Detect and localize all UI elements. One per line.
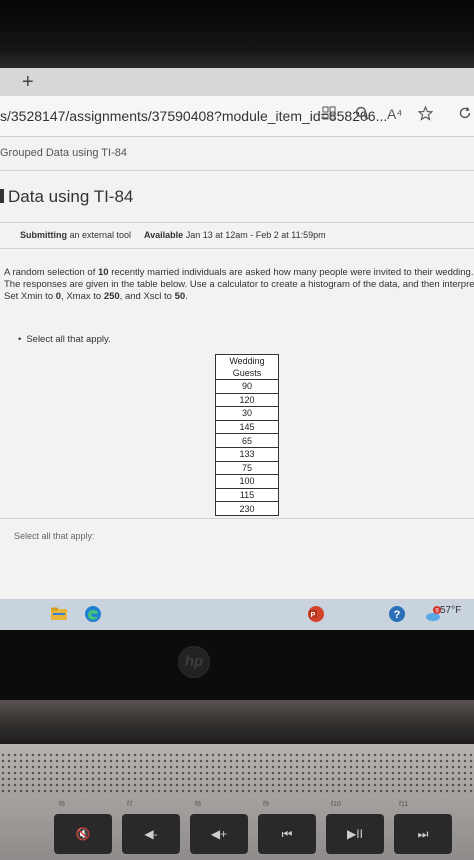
assignment-page: Grouped Data using TI-84 Data using TI-8…	[0, 137, 474, 630]
table-cell: 30	[215, 406, 279, 421]
function-key-row: f6 🔇 f7 ◀- f8 ◀+ f9 ⏮ f10 ▶II f11 ⏭	[0, 801, 474, 860]
refresh-icon[interactable]	[458, 106, 472, 123]
next-track-icon: ⏭	[417, 827, 429, 841]
favorite-star-icon[interactable]	[417, 105, 434, 124]
mute-icon: 🔇	[75, 827, 91, 841]
play-pause-icon: ▶II	[347, 827, 363, 841]
availability-info: Available Jan 13 at 12am - Feb 2 at 11:5…	[144, 230, 326, 240]
hp-logo: hp	[178, 646, 210, 678]
question-line-3: Set Xmin to 0, Xmax to 250, and Xscl to …	[4, 291, 474, 303]
submitting-info: Submitting an external tool	[20, 230, 131, 240]
browser-address-bar[interactable]: s/3528147/assignments/37590408?module_it…	[0, 96, 474, 137]
wedding-guests-table: Wedding Guests 90 120 30 145 65 133 75 1…	[215, 354, 279, 516]
table-cell: 133	[215, 446, 279, 462]
volume-down-icon: ◀-	[144, 827, 158, 841]
temperature[interactable]: 57°F	[440, 605, 461, 616]
question-text: A random selection of 10 recently marrie…	[4, 267, 474, 303]
table-cell: 115	[215, 487, 279, 503]
browser-tab-bar: +	[0, 68, 474, 96]
table-cell: 65	[215, 433, 279, 448]
mute-key[interactable]: f6 🔇	[54, 801, 112, 854]
available-value: Jan 13 at 12am - Feb 2 at 11:59pm	[185, 230, 326, 240]
available-label: Available	[144, 230, 184, 240]
table-cell: 75	[215, 460, 279, 476]
table-cell: 90	[215, 379, 279, 394]
svg-text:?: ?	[394, 609, 401, 621]
title-mark	[0, 189, 4, 203]
windows-taskbar: P ? 9 57°F	[0, 599, 474, 630]
laptop-hinge	[0, 700, 474, 744]
table-cell: 120	[215, 392, 279, 408]
next-track-key[interactable]: f11 ⏭	[394, 801, 452, 854]
divider	[0, 518, 474, 519]
fn-label: f11	[399, 801, 409, 808]
fn-label: f10	[331, 801, 341, 808]
laptop-top-bezel	[0, 0, 474, 68]
submitting-value: an external tool	[69, 230, 132, 240]
volume-up-key[interactable]: f8 ◀+	[190, 801, 248, 854]
read-aloud-icon[interactable]: A⁴	[387, 106, 402, 122]
edge-browser-icon[interactable]	[84, 605, 102, 623]
page-title: Data using TI-84	[0, 187, 133, 207]
laptop-screen: + s/3528147/assignments/37590408?module_…	[0, 68, 474, 630]
speaker-grille	[0, 752, 474, 794]
previous-track-key[interactable]: f9 ⏮	[258, 801, 316, 854]
sample-size: 10	[98, 267, 109, 278]
question-line-1: A random selection of 10 recently marrie…	[4, 267, 474, 279]
fn-label: f9	[263, 801, 269, 808]
divider	[0, 248, 474, 249]
question-text-part: , Xmax to	[61, 291, 104, 302]
previous-track-icon: ⏮	[281, 827, 293, 841]
fn-label: f8	[195, 801, 201, 808]
divider	[0, 222, 474, 223]
instruction-bullet: Select all that apply.	[18, 334, 110, 345]
xscl-value: 50	[174, 291, 186, 302]
xmax-value: 250	[103, 291, 120, 302]
table-header: Wedding Guests	[215, 354, 279, 380]
play-pause-key[interactable]: f10 ▶II	[326, 801, 384, 854]
submitting-label: Submitting	[20, 230, 67, 240]
laptop-keyboard-deck: f6 🔇 f7 ◀- f8 ◀+ f9 ⏮ f10 ▶II f11 ⏭	[0, 744, 474, 860]
tab-grid-icon[interactable]	[322, 106, 336, 123]
zoom-icon[interactable]	[355, 106, 369, 123]
question-text-part: .	[185, 291, 188, 302]
question-text-part: , and Xscl to	[119, 291, 175, 302]
divider	[0, 170, 474, 171]
svg-text:P: P	[311, 612, 316, 619]
volume-up-icon: ◀+	[210, 827, 228, 841]
table-cell: 145	[215, 419, 279, 435]
table-cell: 100	[215, 474, 279, 489]
file-explorer-icon[interactable]	[50, 605, 68, 623]
question-line-2: The responses are given in the table bel…	[4, 279, 474, 290]
page-title-text: Data using TI-84	[8, 187, 134, 206]
volume-down-key[interactable]: f7 ◀-	[122, 801, 180, 854]
breadcrumb[interactable]: Grouped Data using TI-84	[0, 147, 127, 159]
question-text-part: A random selection of	[4, 267, 98, 278]
new-tab-button[interactable]: +	[22, 71, 34, 94]
fn-label: f7	[127, 801, 133, 808]
question-text-part: recently married individuals are asked h…	[108, 267, 474, 278]
fn-label: f6	[59, 801, 65, 808]
table-cell: 230	[215, 501, 279, 516]
help-icon[interactable]: ?	[388, 605, 406, 623]
question-text-part: Set Xmin to	[4, 291, 56, 302]
answer-prompt: Select all that apply:	[14, 531, 95, 541]
powerpoint-icon[interactable]: P	[307, 605, 325, 623]
